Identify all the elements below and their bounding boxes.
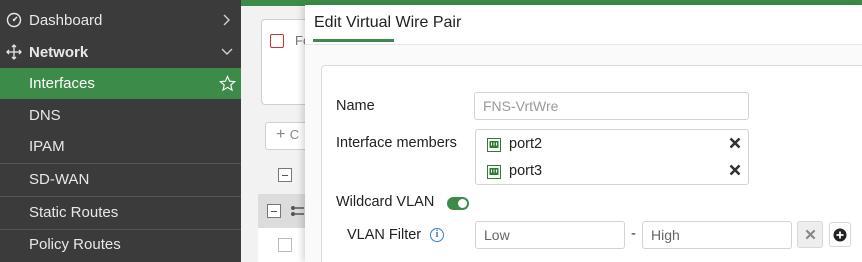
vlan-high-input[interactable]: High xyxy=(642,221,792,249)
sidebar-item-label: Static Routes xyxy=(29,204,119,221)
sidebar-item-static-routes[interactable]: Static Routes xyxy=(0,197,241,228)
sidebar-item-policy-routes[interactable]: Policy Routes xyxy=(0,229,241,260)
interface-members-field[interactable]: port2 port3 xyxy=(475,129,749,185)
name-label: Name xyxy=(336,98,375,114)
name-input[interactable]: FNS-VrtWre xyxy=(474,92,749,120)
wildcard-vlan-toggle[interactable] xyxy=(447,197,469,210)
interface-members-label: Interface members xyxy=(336,135,457,151)
sidebar-item-label: Dashboard xyxy=(29,12,103,29)
collapse-group-checkbox[interactable] xyxy=(267,204,281,218)
vlan-filter-label: VLAN Filter xyxy=(347,227,422,243)
sidebar-item-label: Interfaces xyxy=(29,75,95,92)
plus-icon: + C xyxy=(276,126,300,143)
sidebar-item-label: DNS xyxy=(29,107,61,124)
add-filter-button[interactable] xyxy=(829,222,851,247)
sidebar-item-label: IPAM xyxy=(29,138,65,155)
sidebar-item-dns[interactable]: DNS xyxy=(0,100,241,131)
title-underline xyxy=(313,39,394,42)
sidebar-item-dashboard[interactable]: Dashboard xyxy=(0,5,241,36)
row-checkbox[interactable] xyxy=(278,238,292,252)
sidebar: Dashboard Network Interfaces DNS IPAM SD… xyxy=(0,0,241,262)
dashboard-icon xyxy=(6,12,22,28)
chevron-right-icon xyxy=(223,14,230,26)
port-icon xyxy=(487,165,501,179)
sidebar-item-sd-wan[interactable]: SD-WAN xyxy=(0,164,241,195)
member-label: port2 xyxy=(509,136,543,152)
port-icon xyxy=(487,138,501,152)
info-icon[interactable]: i xyxy=(430,228,444,242)
remove-icon[interactable] xyxy=(729,164,741,176)
collapse-all-checkbox[interactable] xyxy=(278,168,292,182)
sidebar-item-ipam[interactable]: IPAM xyxy=(0,131,241,162)
sidebar-item-interfaces[interactable]: Interfaces xyxy=(0,68,241,99)
wildcard-vlan-label: Wildcard VLAN xyxy=(336,194,435,210)
clear-filter-button[interactable] xyxy=(797,221,823,248)
sidebar-item-label: SD-WAN xyxy=(29,171,90,188)
virtual-wire-icon xyxy=(291,206,304,216)
sidebar-item-label: Network xyxy=(29,44,89,61)
sidebar-item-network[interactable]: Network xyxy=(0,37,241,68)
remove-icon[interactable] xyxy=(729,137,741,149)
fortinet-logo-icon xyxy=(270,34,284,48)
list-item: port3 xyxy=(476,159,750,185)
chevron-down-icon xyxy=(221,48,233,55)
star-icon[interactable] xyxy=(219,75,236,92)
network-icon xyxy=(6,44,22,60)
range-separator: - xyxy=(631,225,636,242)
toggle-knob xyxy=(458,199,467,208)
clear-icon xyxy=(805,229,816,240)
plus-circle-icon xyxy=(833,228,847,242)
dialog-header: Edit Virtual Wire Pair xyxy=(305,5,862,45)
vlan-low-input[interactable]: Low xyxy=(475,221,625,249)
list-item: port2 xyxy=(476,132,750,158)
dialog-title: Edit Virtual Wire Pair xyxy=(314,14,462,31)
sidebar-item-label: Policy Routes xyxy=(29,236,121,253)
member-label: port3 xyxy=(509,163,543,179)
